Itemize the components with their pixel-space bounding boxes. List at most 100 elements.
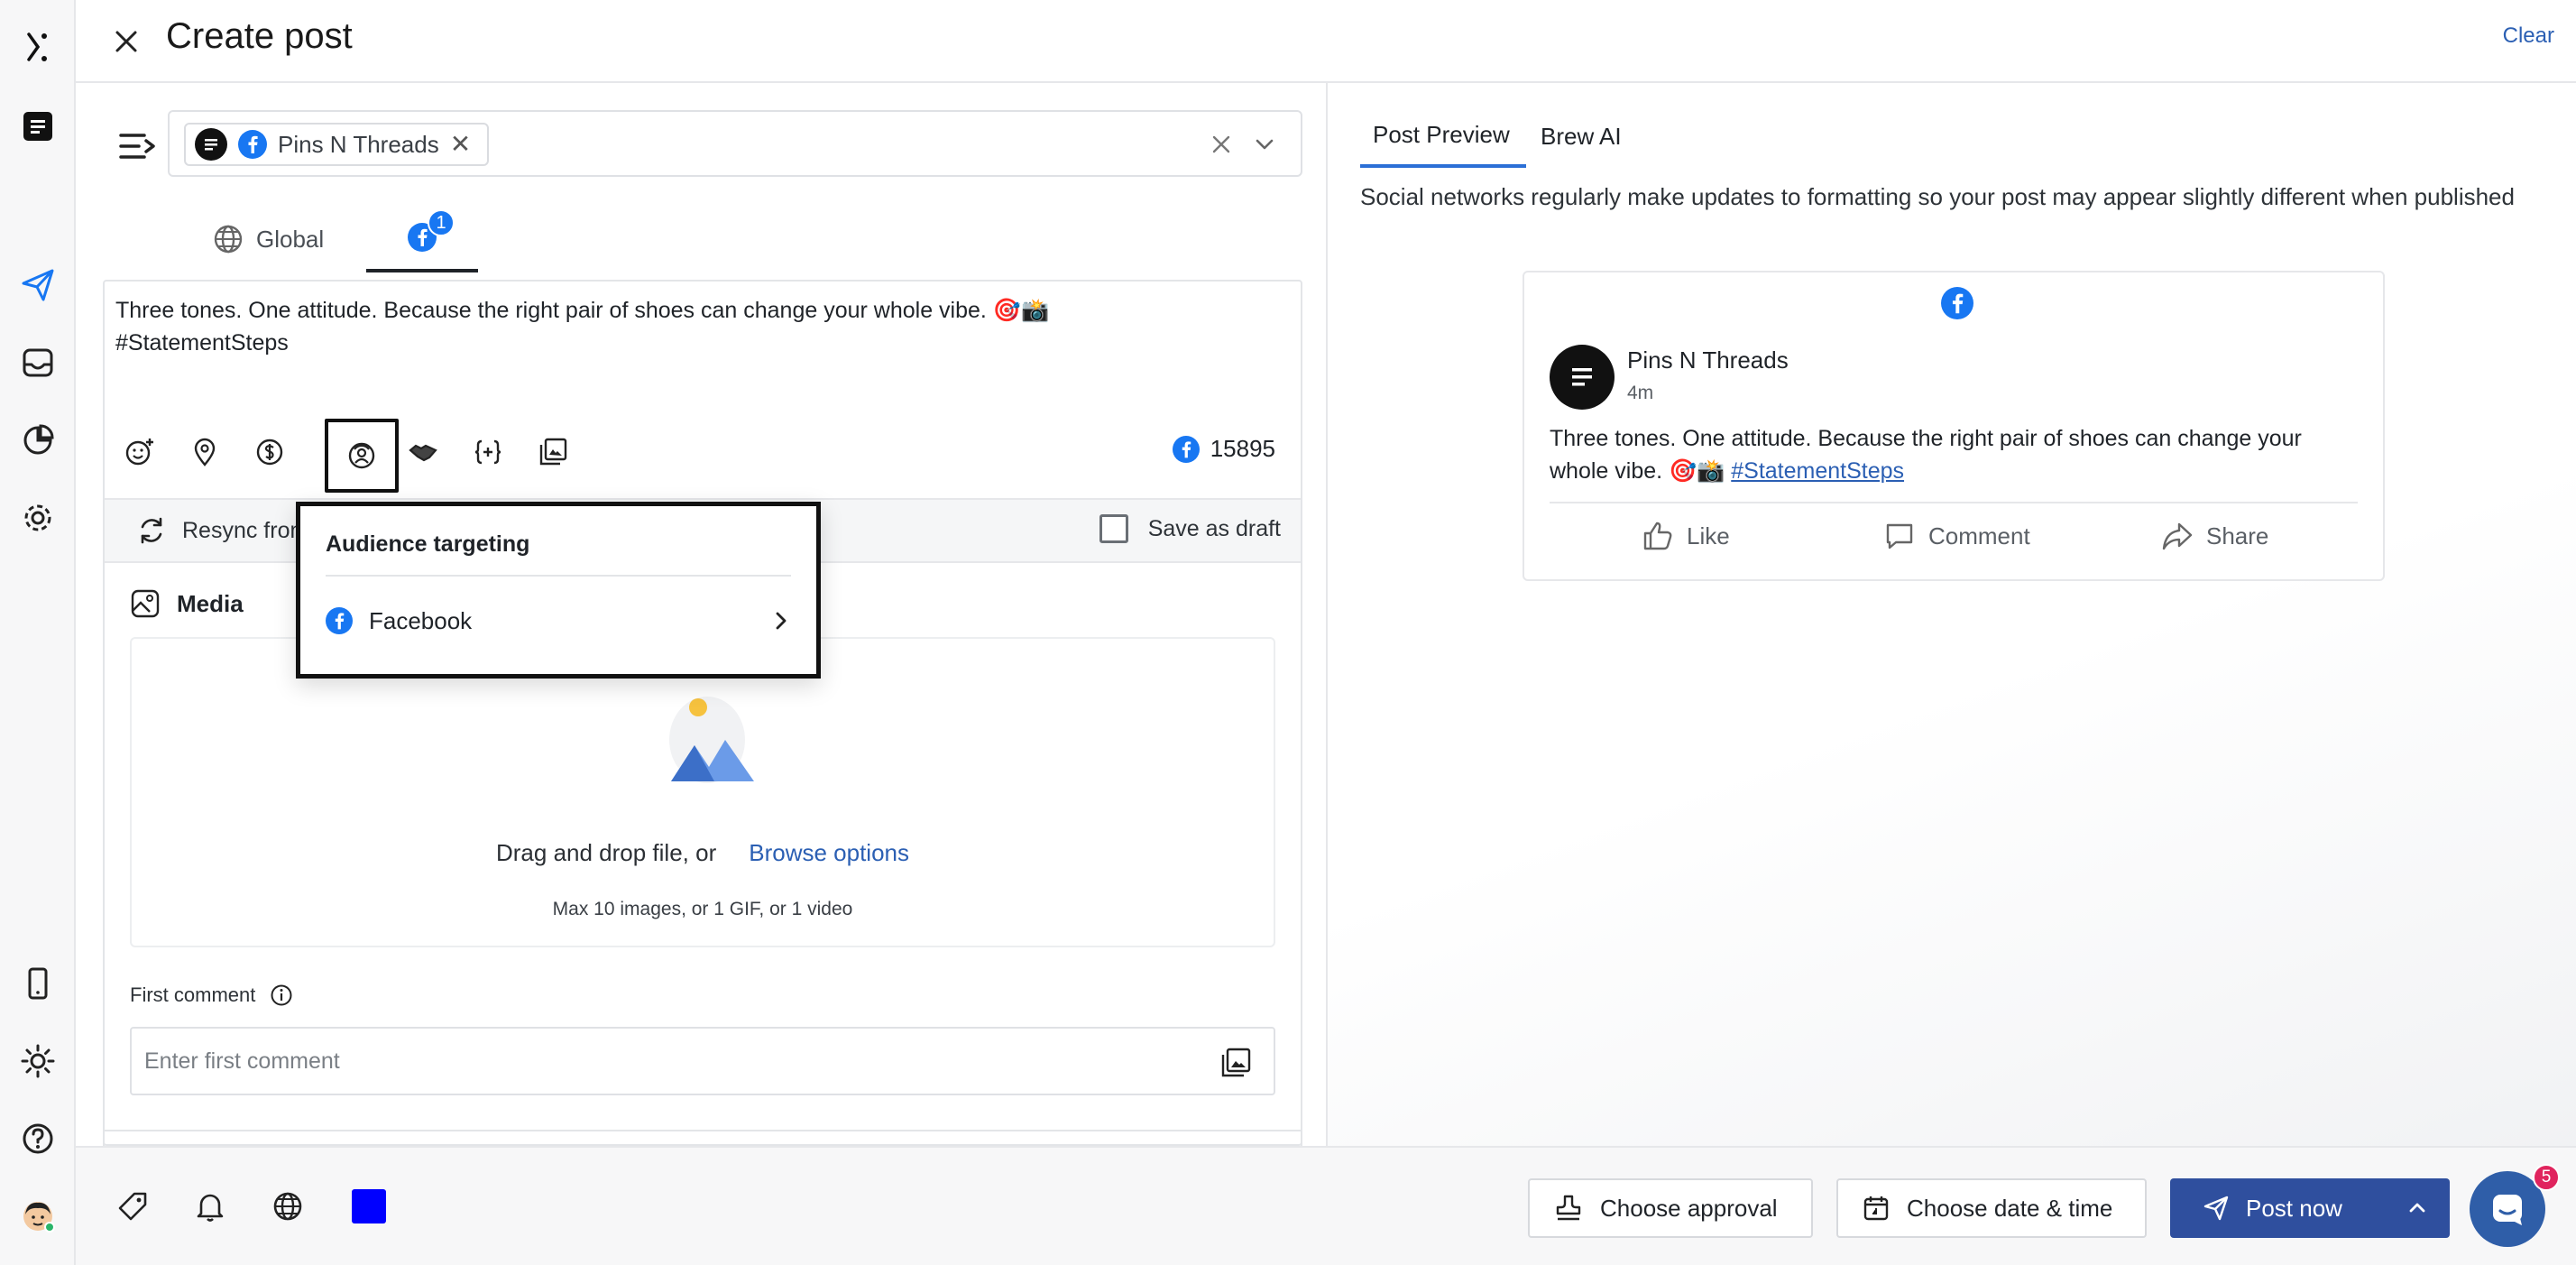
- share-arrow-icon: [2162, 522, 2193, 550]
- tab-facebook[interactable]: 1: [366, 206, 478, 272]
- brand-logo-icon[interactable]: [11, 20, 65, 74]
- publish-send-icon[interactable]: [11, 258, 65, 312]
- clear-link[interactable]: Clear: [2503, 23, 2554, 49]
- post-text-line-2: #StatementSteps: [115, 330, 289, 355]
- preview-share-button[interactable]: Share: [2161, 520, 2268, 552]
- chat-unread-badge: 5: [2533, 1164, 2560, 1191]
- media-library-icon: [539, 438, 567, 466]
- media-library-button[interactable]: [527, 426, 579, 478]
- resync-button[interactable]: Resync from: [135, 514, 308, 547]
- compose-toolbar: 15895: [105, 419, 1301, 493]
- bottom-action-bar: Choose approval Choose date & time Post …: [76, 1146, 2576, 1265]
- user-avatar-icon[interactable]: [11, 1189, 65, 1243]
- variables-button[interactable]: [462, 426, 514, 478]
- tag-button[interactable]: [112, 1186, 153, 1227]
- preview-pane: Post Preview Brew AI Social networks reg…: [1328, 83, 2576, 1146]
- preview-account-name: Pins N Threads: [1627, 346, 1789, 374]
- post-text-line-1: Three tones. One attitude. Because the r…: [115, 298, 1050, 323]
- audience-target-icon: [348, 442, 375, 469]
- audience-targeting-button[interactable]: [325, 419, 399, 493]
- upload-illustration-icon: [653, 693, 770, 792]
- post-now-main[interactable]: Post now: [2170, 1195, 2385, 1223]
- choose-approval-button[interactable]: Choose approval: [1528, 1178, 1813, 1238]
- label-color-swatch[interactable]: [352, 1189, 386, 1223]
- close-button[interactable]: [103, 18, 150, 65]
- settings-gear-icon[interactable]: [11, 491, 65, 545]
- chevron-right-icon: [776, 612, 787, 630]
- browse-options-link[interactable]: Browse options: [749, 839, 909, 867]
- emoji-button[interactable]: [114, 426, 166, 478]
- media-dropzone[interactable]: Drag and drop file, or Browse options Ma…: [130, 637, 1275, 947]
- tab-global[interactable]: Global: [213, 206, 324, 272]
- variables-braces-icon: [474, 439, 501, 465]
- post-now-label: Post now: [2246, 1194, 2342, 1222]
- analytics-pie-icon[interactable]: [11, 413, 65, 467]
- inbox-icon[interactable]: [11, 336, 65, 390]
- dollar-icon: [256, 439, 283, 466]
- tag-icon: [118, 1192, 147, 1221]
- media-library-icon[interactable]: [1218, 1045, 1254, 1081]
- media-limits-hint: Max 10 images, or 1 GIF, or 1 video: [552, 899, 853, 919]
- post-text-editor[interactable]: Three tones. One attitude. Because the r…: [115, 294, 1198, 359]
- location-pin-icon: [194, 438, 216, 466]
- tab-post-preview[interactable]: Post Preview: [1360, 105, 1526, 168]
- first-comment-field[interactable]: [130, 1027, 1275, 1095]
- first-comment-input[interactable]: [144, 1043, 1191, 1079]
- facebook-icon: [326, 607, 353, 634]
- account-list-toggle-icon[interactable]: [117, 126, 157, 166]
- clear-selection-icon[interactable]: [1205, 128, 1237, 161]
- account-avatar: [195, 128, 227, 161]
- chevron-down-icon[interactable]: [1248, 128, 1281, 161]
- page-header: Create post Clear: [76, 0, 2576, 83]
- popover-title: Audience targeting: [326, 531, 530, 557]
- mobile-device-icon[interactable]: [11, 956, 65, 1011]
- preview-divider: [1550, 502, 2358, 503]
- comment-bubble-icon: [1886, 523, 1913, 549]
- preview-like-button[interactable]: Like: [1642, 520, 1730, 552]
- media-section-header: Media: [130, 588, 244, 619]
- drop-text-row: Drag and drop file, or Browse options: [132, 839, 1274, 867]
- preview-like-label: Like: [1687, 522, 1730, 549]
- partnership-button[interactable]: [397, 426, 449, 478]
- preview-avatar: [1550, 345, 1615, 410]
- compose-area: Three tones. One attitude. Because the r…: [103, 280, 1302, 1146]
- save-as-draft-checkbox[interactable]: [1099, 514, 1128, 543]
- post-now-button[interactable]: Post now: [2170, 1178, 2450, 1238]
- tab-brew-ai[interactable]: Brew AI: [1541, 105, 1622, 168]
- media-title: Media: [177, 589, 244, 617]
- monetization-button[interactable]: [244, 426, 296, 478]
- preview-hashtag-link[interactable]: #StatementSteps: [1731, 458, 1904, 484]
- save-as-draft-toggle[interactable]: Save as draft: [1099, 514, 1281, 543]
- selected-account-chip: Pins N Threads ✕: [184, 123, 490, 166]
- emoji-add-icon: [125, 439, 153, 466]
- preview-share-label: Share: [2206, 522, 2269, 549]
- preview-comment-button[interactable]: Comment: [1883, 520, 2030, 552]
- popover-divider: [326, 575, 791, 577]
- notification-button[interactable]: [189, 1186, 231, 1227]
- network-tabs: Global 1: [130, 206, 1302, 272]
- preview-timestamp: 4m: [1627, 383, 1654, 403]
- first-comment-label: First comment: [130, 983, 256, 1006]
- preview-actions: Like Comment Share: [1524, 512, 2383, 567]
- calendar-icon: [1863, 1196, 1889, 1221]
- page-title: Create post: [166, 16, 353, 56]
- send-icon: [2203, 1196, 2229, 1221]
- info-icon[interactable]: [270, 983, 293, 1007]
- workspace-avatar-icon[interactable]: [11, 99, 65, 153]
- location-button[interactable]: [179, 426, 231, 478]
- post-options-toggle[interactable]: [2385, 1178, 2450, 1238]
- theme-sun-icon[interactable]: [11, 1034, 65, 1088]
- account-selector[interactable]: Pins N Threads ✕: [168, 110, 1302, 177]
- preview-comment-label: Comment: [1928, 522, 2030, 549]
- preview-post-text: Three tones. One attitude. Because the r…: [1550, 422, 2361, 487]
- language-button[interactable]: [267, 1186, 308, 1227]
- globe-icon: [273, 1192, 302, 1221]
- facebook-icon: [1172, 435, 1200, 463]
- audience-targeting-facebook-item[interactable]: Facebook: [326, 596, 791, 645]
- resync-label: Resync from: [182, 517, 309, 543]
- facebook-icon: [1941, 287, 1973, 319]
- remove-account-icon[interactable]: ✕: [450, 132, 471, 157]
- resync-icon: [141, 517, 162, 544]
- help-question-icon[interactable]: [11, 1112, 65, 1166]
- choose-date-time-button[interactable]: Choose date & time: [1836, 1178, 2147, 1238]
